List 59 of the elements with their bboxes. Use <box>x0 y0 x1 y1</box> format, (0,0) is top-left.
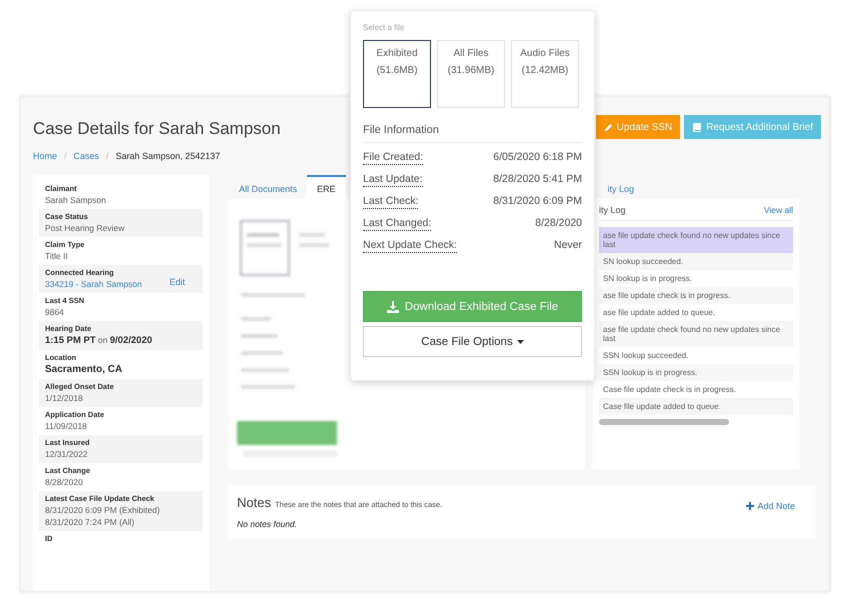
book-icon <box>692 122 702 132</box>
field-value: 1/12/2018 <box>45 393 84 403</box>
info-label: Last Check: <box>363 195 418 209</box>
breadcrumb-separator: / <box>64 151 67 161</box>
field-value: 8/28/2020 <box>45 477 84 487</box>
section-title: File Information <box>363 124 582 143</box>
pencil-icon <box>604 122 613 132</box>
popover-prompt: Select a file <box>363 23 406 32</box>
field-value: 1:15 PM PT on 9/02/2020 <box>45 335 152 346</box>
empty-message: No notes found. <box>237 519 298 529</box>
field-value: Sacramento, CA <box>45 364 122 375</box>
scrollbar[interactable] <box>599 419 729 425</box>
breadcrumb-current: Sarah Sampson, 2542137 <box>116 151 220 161</box>
info-value: 8/28/2020 5:41 PM <box>493 173 582 187</box>
info-value: 8/31/2020 6:09 PM <box>493 195 582 209</box>
breadcrumb-link[interactable]: Cases <box>74 151 100 161</box>
caret-icon <box>516 340 524 344</box>
info-value: 6/05/2020 6:18 PM <box>493 151 582 165</box>
log-entry: Case file update added to queue. <box>599 398 793 415</box>
panel-title: ity Log <box>599 205 626 215</box>
download-button[interactable]: Download Exhibited Case File <box>363 291 582 322</box>
field-value: Title II <box>45 251 69 261</box>
info-value: Never <box>554 239 582 253</box>
field-value: 8/31/2020 7:24 PM (All) <box>45 517 136 527</box>
log-entry: ase file update check is in progress. <box>599 287 793 304</box>
info-value: 8/28/2020 <box>535 217 582 231</box>
file-option[interactable]: Audio Files (12.42MB) <box>511 40 579 108</box>
notes-title: Notes <box>237 494 271 510</box>
field-value: Post Hearing Review <box>45 223 124 233</box>
tab[interactable]: ity Log <box>598 175 644 199</box>
tab[interactable]: All Documents <box>229 175 308 199</box>
field-value: Sarah Sampson <box>45 195 106 205</box>
field-value: 11/09/2018 <box>45 421 88 431</box>
field-value: 12/31/2022 <box>45 449 89 459</box>
view-all-link[interactable]: View all <box>764 205 793 215</box>
hearing-link[interactable]: 334219 - Sarah Sampson <box>45 279 142 289</box>
download-icon <box>386 300 399 312</box>
info-label: Last Update: <box>363 173 423 187</box>
options-dropdown-button[interactable]: Case File Options <box>363 326 582 357</box>
log-entry: ase file update check found no new updates since last <box>599 321 793 347</box>
log-entry: SSN lookup is in progress. <box>599 364 793 381</box>
breadcrumb-separator: / <box>106 151 109 161</box>
log-entry: SN lookup succeeded. <box>599 253 793 270</box>
edit-link[interactable]: Edit <box>169 277 185 287</box>
info-label: Last Changed: <box>363 217 432 231</box>
file-option[interactable]: Exhibited (51.6MB) <box>363 40 431 108</box>
info-label: File Created: <box>363 151 424 165</box>
update-ssn-button[interactable]: Update SSN <box>596 115 680 139</box>
file-option[interactable]: All Files (31.96MB) <box>437 40 505 108</box>
field-value: 9864 <box>45 307 65 317</box>
plus-icon <box>746 502 754 510</box>
request-brief-button[interactable]: Request Additional Brief <box>684 115 821 139</box>
log-entry: ase file update check found no new updates since last <box>599 227 793 253</box>
breadcrumb-link[interactable]: Home <box>33 151 58 161</box>
info-label: Next Update Check: <box>363 239 457 253</box>
add-note-link[interactable]: Add Note <box>746 501 795 511</box>
field-value: 8/31/2020 6:09 PM (Exhibited) <box>45 505 160 515</box>
tab[interactable]: ERE <box>307 175 346 199</box>
page-title: Case Details for Sarah Sampson <box>33 119 281 139</box>
